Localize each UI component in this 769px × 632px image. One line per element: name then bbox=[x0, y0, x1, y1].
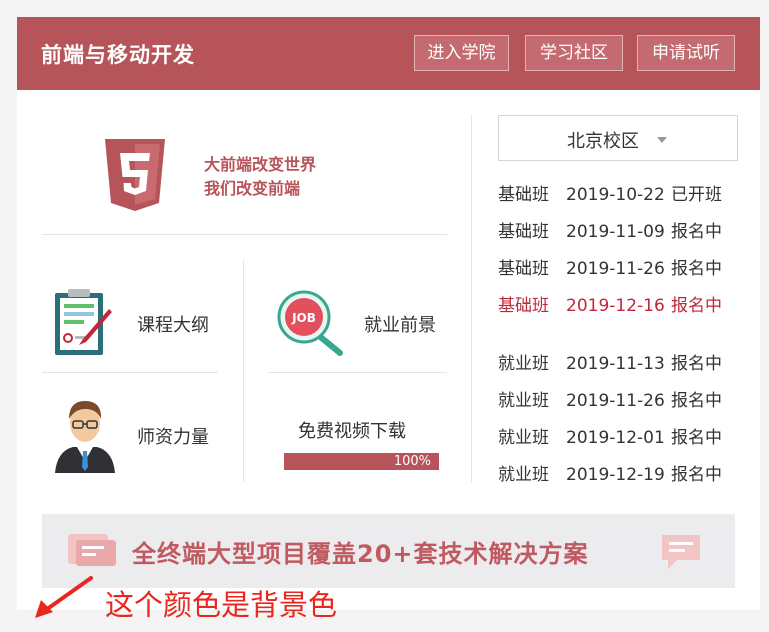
schedule-date: 2019-12-16 bbox=[566, 296, 665, 316]
schedule-status: 报名中 bbox=[671, 354, 722, 374]
syllabus-link[interactable]: 课程大纲 bbox=[137, 311, 209, 337]
slogan-line-2: 我们改变前端 bbox=[204, 179, 301, 198]
annotation-text: 这个颜色是背景色 bbox=[105, 588, 338, 622]
schedule-status: 报名中 bbox=[671, 391, 722, 411]
schedule-date: 2019-12-19 bbox=[566, 465, 665, 485]
banner-text: 全终端大型项目覆盖20+套技术解决方案 bbox=[132, 540, 589, 568]
schedule-class: 基础班 bbox=[498, 259, 549, 279]
schedule-status: 报名中 bbox=[671, 465, 722, 485]
schedule-class: 基础班 bbox=[498, 185, 549, 205]
schedule-date: 2019-11-13 bbox=[566, 354, 665, 374]
download-progress-bar: 100% bbox=[284, 453, 439, 470]
schedule-date: 2019-11-09 bbox=[566, 222, 665, 242]
schedule-status: 报名中 bbox=[671, 296, 722, 316]
divider bbox=[42, 372, 218, 373]
schedule-date: 2019-11-26 bbox=[566, 391, 665, 411]
teachers-link[interactable]: 师资力量 bbox=[137, 423, 209, 449]
chat-bubble-icon bbox=[662, 535, 700, 569]
schedule-class: 基础班 bbox=[498, 222, 549, 242]
slogan: 大前端改变世界 我们改变前端 bbox=[204, 153, 316, 201]
campus-select[interactable]: 北京校区 bbox=[498, 115, 738, 161]
presentation-icon bbox=[68, 534, 116, 566]
html5-logo-icon bbox=[105, 139, 165, 211]
divider bbox=[471, 115, 472, 483]
slogan-line-1: 大前端改变世界 bbox=[204, 155, 317, 174]
chevron-down-icon bbox=[657, 137, 667, 143]
campus-select-value: 北京校区 bbox=[567, 131, 639, 152]
teacher-avatar-icon[interactable] bbox=[51, 395, 119, 473]
schedule-date: 2019-12-01 bbox=[566, 428, 665, 448]
schedule-status: 报名中 bbox=[671, 259, 722, 279]
schedule-class: 就业班 bbox=[498, 465, 549, 485]
annotation-arrow-icon bbox=[35, 576, 93, 618]
promo-banner[interactable]: 全终端大型项目覆盖20+套技术解决方案 bbox=[42, 514, 735, 588]
schedule-date: 2019-10-22 bbox=[566, 185, 665, 205]
apply-trial-button[interactable]: 申请试听 bbox=[637, 35, 735, 71]
learning-community-button[interactable]: 学习社区 bbox=[525, 35, 623, 71]
card-header: 前端与移动开发 进入学院 学习社区 申请试听 bbox=[17, 17, 760, 90]
schedule-class: 就业班 bbox=[498, 354, 549, 374]
progress-label: 100% bbox=[393, 454, 431, 469]
divider bbox=[269, 372, 447, 373]
schedule-date: 2019-11-26 bbox=[566, 259, 665, 279]
schedule-class: 就业班 bbox=[498, 428, 549, 448]
divider bbox=[243, 260, 244, 482]
employment-link[interactable]: 就业前景 bbox=[364, 311, 436, 337]
job-badge: JOB bbox=[291, 311, 316, 325]
course-card: 前端与移动开发 进入学院 学习社区 申请试听 大前端改变世界 我们改变前端 课程… bbox=[17, 17, 760, 610]
schedule-class: 就业班 bbox=[498, 391, 549, 411]
header-title: 前端与移动开发 bbox=[41, 43, 195, 67]
schedule-class: 基础班 bbox=[498, 296, 549, 316]
enter-academy-button[interactable]: 进入学院 bbox=[414, 35, 509, 71]
schedule-status: 报名中 bbox=[671, 222, 722, 242]
divider bbox=[42, 234, 447, 235]
free-video-download-link[interactable]: 免费视频下载 bbox=[298, 417, 406, 443]
job-search-icon[interactable]: JOB bbox=[276, 289, 348, 357]
schedule-status: 报名中 bbox=[671, 428, 722, 448]
clipboard-icon[interactable] bbox=[53, 287, 115, 357]
schedule-status: 已开班 bbox=[671, 185, 722, 205]
